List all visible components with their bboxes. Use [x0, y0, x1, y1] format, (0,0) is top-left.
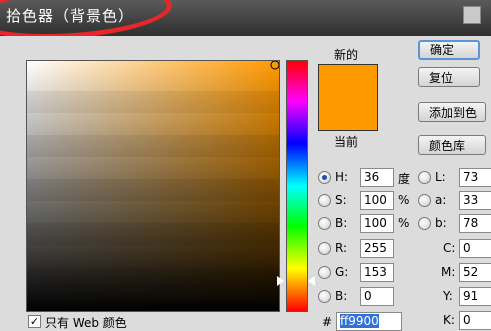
green-radio[interactable] — [318, 266, 331, 279]
lab-a-input[interactable]: 33 — [459, 191, 491, 210]
lab-l-input[interactable]: 73 — [459, 168, 491, 187]
lab-b-radio[interactable] — [418, 217, 431, 230]
black-input[interactable]: 0 — [459, 311, 491, 330]
color-field-gradient — [27, 61, 279, 311]
hex-input[interactable]: ff9900 — [336, 312, 402, 331]
lab-b-input[interactable]: 78 — [459, 214, 491, 233]
red-radio[interactable] — [318, 242, 331, 255]
hex-value: ff9900 — [340, 314, 379, 328]
saturation-input[interactable]: 100 — [360, 191, 394, 210]
hue-radio[interactable] — [318, 171, 331, 184]
lab-b-label: b: — [435, 216, 447, 230]
brightness-input[interactable]: 100 — [360, 214, 394, 233]
web-colors-checkbox[interactable]: ✓ — [28, 315, 41, 328]
lab-a-radio[interactable] — [418, 194, 431, 207]
green-input[interactable]: 153 — [360, 263, 394, 282]
cyan-input[interactable]: 0 — [459, 239, 491, 258]
green-label: G: — [335, 265, 349, 279]
saturation-radio[interactable] — [318, 194, 331, 207]
reset-button[interactable]: 复位 — [418, 67, 480, 87]
color-field[interactable] — [26, 60, 280, 312]
brightness-label: B: — [335, 216, 348, 230]
new-color-label: 新的 — [334, 48, 359, 62]
saturation-label: S: — [335, 193, 347, 207]
hue-slider-left-arrow[interactable] — [277, 276, 284, 286]
add-to-swatches-button[interactable]: 添加到色 — [418, 102, 486, 122]
magenta-input[interactable]: 52 — [459, 263, 491, 282]
red-input[interactable]: 255 — [360, 239, 394, 258]
color-libraries-button[interactable]: 颜色库 — [418, 135, 486, 155]
lab-l-radio[interactable] — [418, 171, 431, 184]
lab-l-label: L: — [435, 170, 446, 184]
magenta-label: M: — [441, 265, 456, 279]
brightness-unit: % — [398, 216, 410, 230]
yellow-label: Y: — [443, 289, 453, 303]
hue-unit: 度 — [398, 172, 411, 186]
hue-label: H: — [335, 170, 349, 184]
checkmark-icon: ✓ — [29, 315, 40, 328]
blue-label: B: — [335, 289, 348, 303]
hue-slider-right-arrow[interactable] — [308, 276, 315, 286]
black-label: K: — [443, 313, 455, 327]
blue-radio[interactable] — [318, 290, 331, 303]
brightness-radio[interactable] — [318, 217, 331, 230]
ok-button[interactable]: 确定 — [418, 40, 480, 60]
lab-a-label: a: — [435, 193, 447, 207]
red-label: R: — [335, 241, 348, 255]
new-color-swatch — [318, 64, 378, 101]
cyan-label: C: — [443, 241, 456, 255]
close-button[interactable] — [463, 6, 481, 24]
current-color-swatch[interactable] — [318, 100, 378, 131]
yellow-input[interactable]: 91 — [459, 287, 491, 306]
hue-input[interactable]: 36 — [360, 168, 394, 187]
hex-label: # — [322, 315, 333, 329]
hue-slider[interactable] — [286, 60, 308, 312]
saturation-unit: % — [398, 193, 410, 207]
web-colors-label: 只有 Web 颜色 — [45, 316, 127, 330]
blue-input[interactable]: 0 — [360, 287, 394, 306]
current-color-label: 当前 — [334, 135, 359, 149]
